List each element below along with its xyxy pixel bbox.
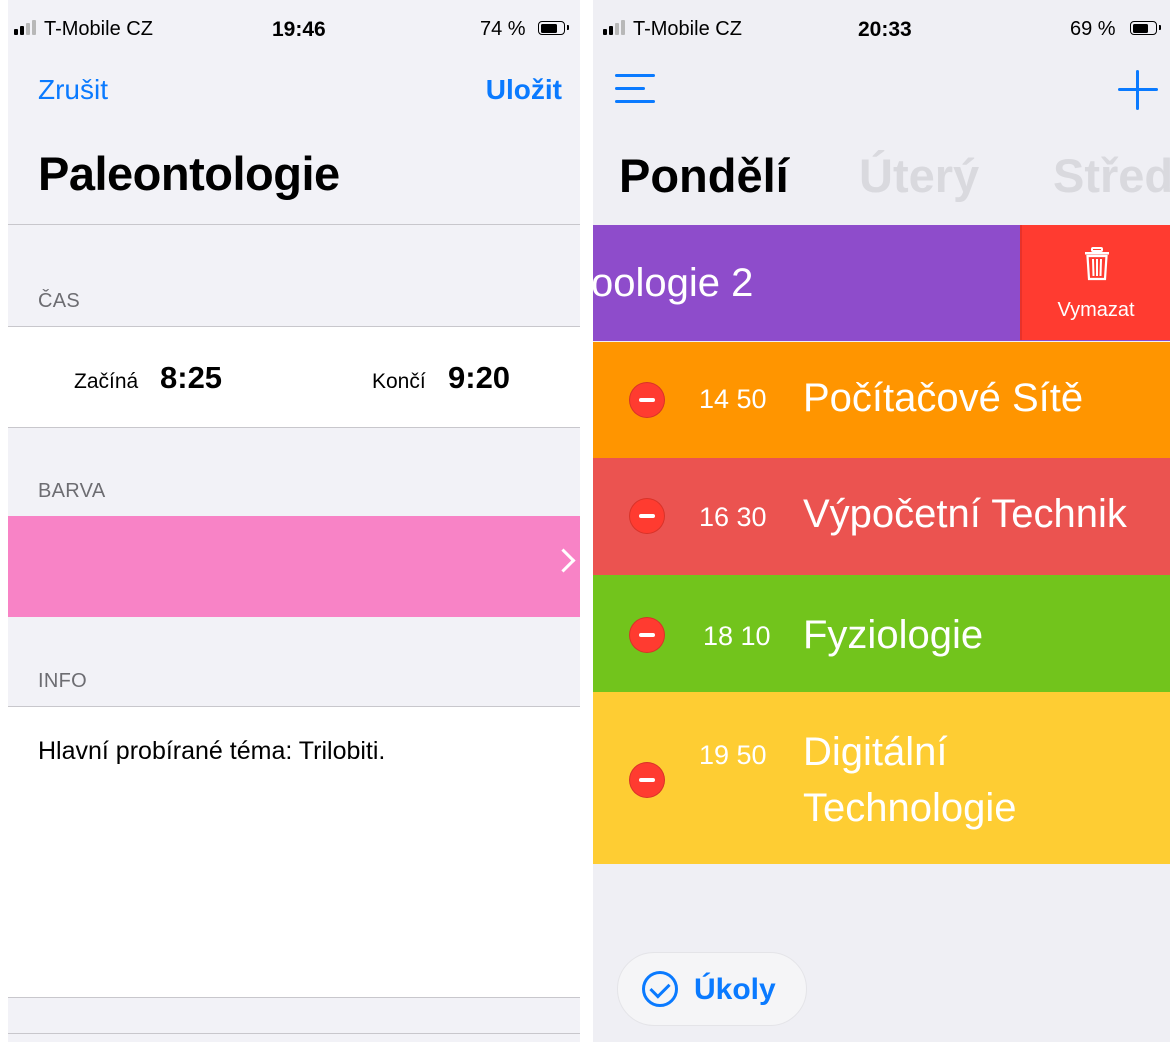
remove-icon[interactable] — [629, 498, 665, 534]
section-header-info: INFO — [38, 670, 87, 692]
lesson-row[interactable]: 19 50 Digitální Technologie — [593, 692, 1170, 864]
battery-icon — [1130, 21, 1161, 35]
clock: 19:46 — [272, 18, 326, 41]
start-value: 8:25 — [160, 360, 223, 395]
lesson-title: Počítačové Sítě — [803, 376, 1084, 420]
lesson-time: 14 50 — [699, 384, 767, 414]
status-bar: T-Mobile CZ 19:46 74 % — [8, 0, 580, 56]
remove-icon[interactable] — [629, 762, 665, 798]
divider — [8, 997, 580, 998]
tab-tuesday[interactable]: Úterý — [859, 148, 979, 203]
edit-subject-screen: T-Mobile CZ 19:46 74 % Zrušit Uložit Pal… — [8, 0, 580, 1042]
divider — [8, 1033, 580, 1034]
time-cell: Začíná 8:25 Končí 9:20 — [8, 327, 580, 427]
tasks-label: Úkoly — [694, 973, 776, 1006]
remove-icon[interactable] — [629, 617, 665, 653]
signal-icon — [14, 20, 36, 35]
color-picker-row[interactable] — [8, 516, 580, 617]
tab-monday[interactable]: Pondělí — [619, 148, 789, 203]
lesson-time: 18 10 — [703, 621, 771, 651]
tasks-button[interactable]: Úkoly — [617, 952, 807, 1026]
status-bar: T-Mobile CZ 20:33 69 % — [593, 0, 1170, 56]
start-label: Začíná — [74, 370, 139, 393]
checkmark-circle-icon — [642, 971, 678, 1007]
info-text: Hlavní probírané téma: Trilobiti. — [38, 737, 386, 765]
save-button[interactable]: Uložit — [486, 74, 562, 106]
tab-wednesday[interactable]: Střed — [1053, 148, 1170, 203]
lesson-row[interactable]: 14 50 Počítačové Sítě — [593, 342, 1170, 458]
lesson-row[interactable]: 18 10 Fyziologie — [593, 575, 1170, 692]
signal-icon — [603, 20, 625, 35]
lesson-time: 19 50 — [699, 740, 767, 770]
lesson-title: Výpočetní Technik — [803, 492, 1127, 536]
end-label: Končí — [372, 370, 426, 393]
schedule-screen: T-Mobile CZ 20:33 69 % Pondělí Úterý Stř… — [593, 0, 1170, 1042]
cancel-button[interactable]: Zrušit — [38, 74, 108, 106]
lesson-title: Fyziologie — [803, 613, 984, 657]
lesson-row[interactable]: 16 30 Výpočetní Technik — [593, 458, 1170, 575]
chevron-right-icon — [551, 548, 576, 573]
add-icon[interactable] — [1118, 70, 1158, 110]
remove-icon[interactable] — [629, 382, 665, 418]
lesson-time: 16 30 — [699, 502, 767, 532]
section-header-color: BARVA — [38, 480, 106, 502]
clock: 20:33 — [858, 18, 912, 41]
delete-button[interactable]: Vymazat — [1020, 225, 1170, 340]
page-title: Paleontologie — [38, 147, 340, 200]
carrier-name: T-Mobile CZ — [633, 18, 742, 40]
divider — [8, 427, 580, 428]
battery-percent: 74 % — [480, 18, 526, 40]
divider — [8, 224, 580, 225]
lesson-title-line-2: Technologie — [803, 786, 1017, 830]
carrier-name: T-Mobile CZ — [44, 18, 153, 40]
menu-icon[interactable] — [615, 72, 655, 104]
trash-icon — [1085, 247, 1109, 281]
battery-percent: 69 % — [1070, 18, 1116, 40]
section-header-time: ČAS — [38, 290, 81, 312]
info-text-area[interactable]: Hlavní probírané téma: Trilobiti. — [8, 707, 580, 997]
battery-icon — [538, 21, 569, 35]
lesson-title: oologie 2 — [593, 261, 754, 305]
delete-label: Vymazat — [1057, 299, 1135, 321]
lesson-title-line-1: Digitální — [803, 730, 948, 774]
end-value: 9:20 — [448, 360, 511, 395]
